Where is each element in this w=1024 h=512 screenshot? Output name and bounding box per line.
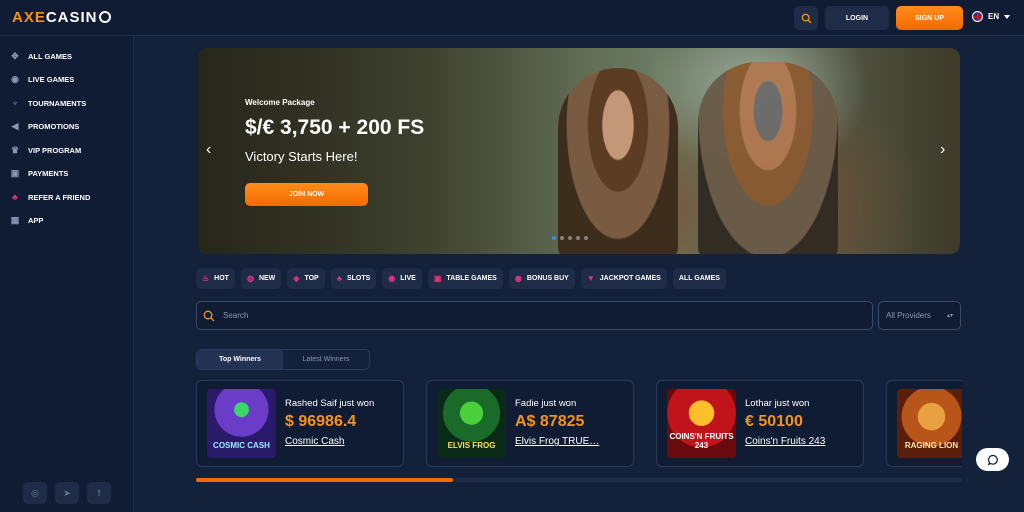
game-thumbnail-raging-lion[interactable]: RAGING LION bbox=[897, 389, 962, 458]
live-chat-button[interactable] bbox=[976, 448, 1009, 471]
sidebar-item-live-games[interactable]: ◉ LIVE GAMES bbox=[10, 72, 74, 86]
winner-game-link[interactable]: Coins'n Fruits 243 bbox=[745, 436, 825, 447]
signup-button[interactable]: SIGN UP bbox=[896, 6, 963, 30]
category-table-games[interactable]: ▣ TABLE GAMES bbox=[427, 268, 503, 289]
banner-character-viking bbox=[698, 62, 838, 254]
facebook-button[interactable]: f bbox=[87, 482, 111, 504]
flame-icon: ♨ bbox=[202, 274, 210, 283]
jackpot-icon: ▼ bbox=[586, 274, 595, 283]
winner-card[interactable]: COINS'N FRUITS 243 Lothar just won € 501… bbox=[656, 380, 864, 467]
winners-scroll-progress[interactable] bbox=[196, 478, 962, 482]
language-selector[interactable]: EN bbox=[972, 11, 1011, 22]
slots-icon: ♣ bbox=[336, 274, 342, 283]
banner-pagination-dot[interactable] bbox=[560, 236, 564, 240]
dice-icon: ✥ bbox=[11, 50, 19, 61]
chevron-down-icon bbox=[1004, 14, 1011, 19]
chat-bubble-icon bbox=[987, 454, 998, 465]
sidebar-item-refer-a-friend[interactable]: ♣ REFER A FRIEND bbox=[10, 190, 90, 204]
winners-tabs: Top Winners Latest Winners bbox=[196, 349, 370, 370]
telegram-button[interactable]: ➤ bbox=[55, 482, 79, 504]
sidebar-item-payments[interactable]: ▣ PAYMENTS bbox=[10, 166, 69, 180]
game-search-field[interactable] bbox=[196, 301, 873, 330]
winner-card[interactable]: RAGING LION bbox=[886, 380, 962, 467]
app-grid-icon: ▦ bbox=[10, 214, 20, 225]
banner-pagination-dot[interactable] bbox=[576, 236, 580, 240]
tab-latest-winners[interactable]: Latest Winners bbox=[283, 350, 369, 369]
providers-dropdown[interactable]: All Providers ▴▾ bbox=[878, 301, 961, 330]
category-bonus-buy[interactable]: ◉ BONUS BUY bbox=[508, 268, 575, 289]
bonus-icon: ◉ bbox=[514, 274, 522, 283]
updown-chevron-icon: ▴▾ bbox=[946, 313, 953, 319]
category-filters: ♨ HOT ◍ NEW ◈ TOP ♣ SLOTS ◉ LIVE ▣ TABLE GAMES… bbox=[196, 268, 726, 290]
trophy-icon: ♆ bbox=[11, 98, 19, 108]
chevron-right-icon: › bbox=[940, 141, 946, 158]
winner-amount: A$ 87825 bbox=[515, 413, 585, 430]
tab-top-winners[interactable]: Top Winners bbox=[197, 350, 283, 369]
category-slots[interactable]: ♣ SLOTS bbox=[330, 268, 377, 289]
new-icon: ◍ bbox=[246, 274, 254, 283]
top-icon: ◈ bbox=[293, 274, 300, 283]
banner-character-woman bbox=[558, 68, 678, 254]
category-all-games[interactable]: ALL GAMES bbox=[672, 268, 726, 289]
live-icon: ◉ bbox=[388, 274, 396, 283]
users-icon: ♣ bbox=[12, 192, 18, 202]
category-top[interactable]: ◈ TOP bbox=[287, 268, 325, 289]
facebook-icon: f bbox=[97, 488, 101, 498]
sidebar: ✥ ALL GAMES ◉ LIVE GAMES ♆ TOURNAMENTS ◀… bbox=[0, 36, 134, 512]
banner-welcome-text: Welcome Package bbox=[245, 98, 315, 107]
search-icon bbox=[801, 13, 811, 23]
login-button[interactable]: LOGIN bbox=[825, 6, 889, 30]
sidebar-item-promotions[interactable]: ◀ PROMOTIONS bbox=[10, 119, 80, 133]
search-icon bbox=[203, 310, 215, 321]
category-new[interactable]: ◍ NEW bbox=[240, 268, 282, 289]
banner-pagination bbox=[552, 236, 588, 240]
banner-pagination-dot[interactable] bbox=[568, 236, 572, 240]
sidebar-item-all-games[interactable]: ✥ ALL GAMES bbox=[10, 49, 72, 63]
game-thumbnail-coins-n-fruits[interactable]: COINS'N FRUITS 243 bbox=[667, 389, 736, 458]
instagram-button[interactable]: ◎ bbox=[23, 482, 47, 504]
banner-headline: $/€ 3,750 + 200 FS bbox=[245, 116, 425, 139]
crown-icon: ♛ bbox=[10, 144, 20, 155]
chevron-left-icon: ‹ bbox=[206, 141, 212, 158]
telegram-icon: ➤ bbox=[63, 487, 71, 498]
megaphone-icon: ◀ bbox=[11, 120, 19, 131]
site-logo[interactable]: AXECASIN bbox=[12, 9, 111, 26]
game-thumbnail-cosmic-cash[interactable]: COSMIC CASH bbox=[207, 389, 276, 458]
game-thumbnail-elvis-frog[interactable]: ELVIS FROG bbox=[437, 389, 506, 458]
winners-carousel: COSMIC CASH Rashed Saif just won $ 96986… bbox=[196, 380, 962, 467]
table-icon: ▣ bbox=[433, 274, 442, 283]
winner-card[interactable]: COSMIC CASH Rashed Saif just won $ 96986… bbox=[196, 380, 404, 467]
language-label: EN bbox=[988, 12, 1000, 21]
sidebar-item-app[interactable]: ▦ APP bbox=[10, 213, 44, 227]
live-icon: ◉ bbox=[11, 73, 19, 84]
sidebar-item-vip-program[interactable]: ♛ VIP PROGRAM bbox=[10, 143, 81, 157]
winner-amount: € 50100 bbox=[745, 413, 803, 430]
promo-banner[interactable]: Welcome Package $/€ 3,750 + 200 FS Victo… bbox=[198, 48, 960, 254]
uk-flag-icon bbox=[972, 11, 983, 22]
banner-pagination-dot[interactable] bbox=[584, 236, 588, 240]
winner-name: Fadie just won bbox=[515, 398, 577, 409]
banner-pagination-dot[interactable] bbox=[552, 236, 556, 240]
providers-label: All Providers bbox=[886, 311, 931, 320]
instagram-icon: ◎ bbox=[31, 487, 39, 498]
winner-game-link[interactable]: Cosmic Cash bbox=[285, 436, 344, 447]
top-bar: AXECASIN LOGIN SIGN UP EN bbox=[0, 0, 1024, 36]
winner-amount: $ 96986.4 bbox=[285, 413, 357, 430]
banner-next-arrow[interactable]: › bbox=[940, 141, 945, 159]
join-now-button[interactable]: JOIN NOW bbox=[245, 183, 368, 206]
category-hot[interactable]: ♨ HOT bbox=[196, 268, 235, 289]
winners-scroll-progress-fill bbox=[196, 478, 453, 482]
banner-tagline: Victory Starts Here! bbox=[245, 149, 358, 164]
category-live[interactable]: ◉ LIVE bbox=[382, 268, 422, 289]
winner-game-link[interactable]: Elvis Frog TRUE… bbox=[515, 436, 599, 447]
header-search-button[interactable] bbox=[794, 6, 818, 30]
wallet-icon: ▣ bbox=[10, 167, 20, 178]
winner-name: Lothar just won bbox=[745, 398, 810, 409]
winner-name: Rashed Saif just won bbox=[285, 398, 375, 409]
category-jackpot-games[interactable]: ▼ JACKPOT GAMES bbox=[580, 268, 667, 289]
winner-card[interactable]: ELVIS FROG Fadie just won A$ 87825 Elvis… bbox=[426, 380, 634, 467]
banner-prev-arrow[interactable]: ‹ bbox=[206, 141, 211, 159]
sidebar-item-tournaments[interactable]: ♆ TOURNAMENTS bbox=[10, 96, 87, 110]
game-search-input[interactable] bbox=[223, 311, 823, 320]
